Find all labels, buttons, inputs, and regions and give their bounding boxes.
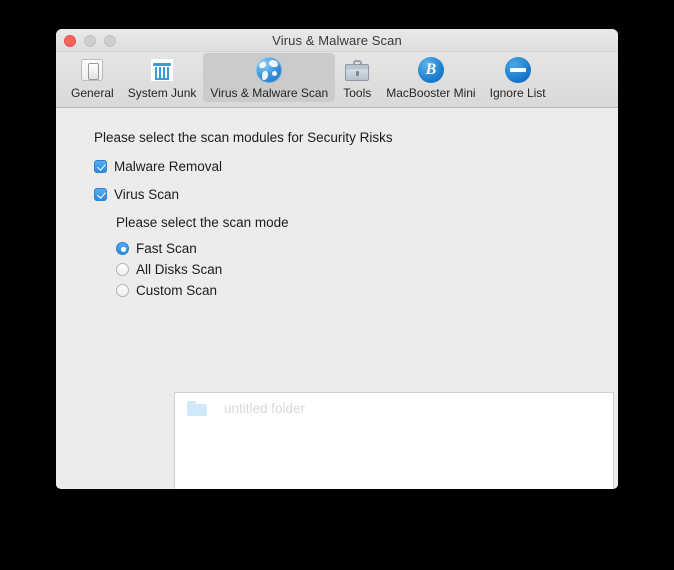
toolbar-label-ignore-list: Ignore List [489,86,546,100]
b-circle-icon: B [417,56,445,84]
radio-all-disks-scan[interactable] [116,263,129,276]
modules-heading: Please select the scan modules for Secur… [94,130,393,145]
toolbar-label-system-junk: System Junk [127,86,197,100]
radio-fast-scan[interactable] [116,242,129,255]
content-pane: Please select the scan modules for Secur… [56,108,618,489]
toolbar-label-virus-malware-scan: Virus & Malware Scan [210,86,329,100]
toolbar-item-tools[interactable]: Tools [335,53,379,102]
checkbox-label-malware-removal: Malware Removal [114,159,223,174]
toolbar: General System Junk Virus & Malware Scan… [56,52,618,108]
checkbox-row-virus-scan[interactable]: Virus Scan [94,187,618,202]
folder-icon [187,400,207,416]
close-button[interactable] [64,35,76,47]
window-title: Virus & Malware Scan [272,33,402,48]
scan-mode-group: Please select the scan mode Fast Scan Al… [116,215,618,298]
checkbox-virus-scan[interactable] [94,188,107,201]
toolbar-item-system-junk[interactable]: System Junk [121,53,204,102]
toolbar-item-general[interactable]: General [64,53,121,102]
checkbox-label-virus-scan: Virus Scan [114,187,180,202]
radio-label-fast-scan: Fast Scan [136,241,197,256]
toggle-switch-icon [78,56,106,84]
scan-mode-heading: Please select the scan mode [116,215,289,230]
toolbar-label-general: General [71,86,114,100]
toolbar-label-tools: Tools [343,86,372,100]
preferences-window: Virus & Malware Scan General System Junk… [56,29,618,489]
toolbar-item-ignore-list[interactable]: Ignore List [483,53,553,102]
globe-icon [255,56,283,84]
toolbar-item-macbooster-mini[interactable]: B MacBooster Mini [379,53,482,102]
window-titlebar: Virus & Malware Scan [56,29,618,52]
radio-label-custom-scan: Custom Scan [136,283,218,298]
trash-bin-icon [148,56,176,84]
zoom-button[interactable] [104,35,116,47]
traffic-light-controls [64,35,116,47]
toolbox-icon [343,56,371,84]
radio-row-fast-scan[interactable]: Fast Scan [116,241,618,256]
minimize-button[interactable] [84,35,96,47]
checkbox-row-malware-removal[interactable]: Malware Removal [94,159,618,174]
radio-custom-scan[interactable] [116,284,129,297]
list-item-label: untitled folder [224,400,306,416]
no-entry-icon [504,56,532,84]
toolbar-label-macbooster-mini: MacBooster Mini [386,86,476,100]
radio-row-custom-scan[interactable]: Custom Scan [116,283,618,298]
radio-row-all-disks-scan[interactable]: All Disks Scan [116,262,618,277]
radio-label-all-disks-scan: All Disks Scan [136,262,223,277]
folder-list[interactable]: untitled folder [174,392,614,489]
checkbox-malware-removal[interactable] [94,160,107,173]
list-item[interactable]: untitled folder [175,397,613,419]
toolbar-item-virus-malware-scan[interactable]: Virus & Malware Scan [203,53,336,102]
